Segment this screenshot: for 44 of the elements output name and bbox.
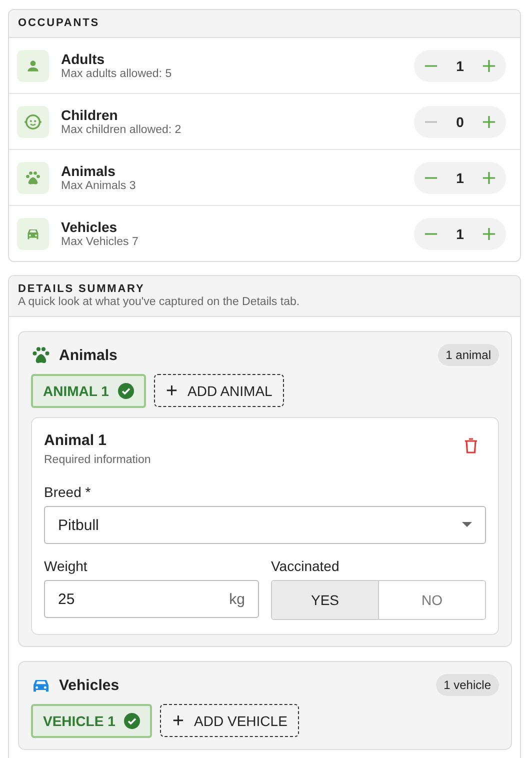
occupant-limit: Max children allowed: 2 bbox=[61, 124, 182, 136]
occupant-limit: Max Vehicles 7 bbox=[61, 236, 140, 248]
face-icon bbox=[23, 112, 43, 132]
paw-icon bbox=[31, 345, 51, 365]
count-value: 0 bbox=[456, 114, 464, 130]
occupant-label: Animals bbox=[61, 163, 116, 179]
dropdown-caret-icon bbox=[462, 522, 472, 528]
toggle-option[interactable]: YES bbox=[272, 581, 378, 619]
section-title: OCCUPANTS bbox=[18, 17, 100, 29]
plus-icon[interactable] bbox=[482, 170, 496, 184]
count-badge: 1 animal bbox=[438, 344, 499, 366]
add-button[interactable]: + ADD VEHICLE bbox=[160, 704, 300, 737]
person-icon bbox=[25, 58, 41, 74]
group-title: Animals bbox=[59, 346, 118, 364]
paw-icon bbox=[24, 168, 42, 186]
breed-select[interactable]: Pitbull bbox=[44, 506, 486, 544]
occupant-limit: Max adults allowed: 5 bbox=[61, 68, 173, 80]
field-label: Vaccinated bbox=[271, 558, 340, 574]
check-circle-icon bbox=[118, 383, 134, 399]
toggle-option[interactable]: NO bbox=[378, 581, 485, 619]
trash-icon[interactable] bbox=[464, 438, 478, 454]
detail-title: Animal 1 bbox=[44, 432, 108, 449]
occupant-label: Vehicles bbox=[61, 219, 118, 235]
count-value: 1 bbox=[456, 58, 464, 74]
count-value: 1 bbox=[456, 170, 464, 186]
plus-icon[interactable] bbox=[482, 114, 496, 128]
item-tab[interactable]: ANIMAL 1 bbox=[31, 374, 146, 408]
count-badge: 1 vehicle bbox=[436, 674, 499, 696]
occupant-label: Adults bbox=[61, 51, 106, 67]
count-value: 1 bbox=[456, 226, 464, 242]
weight-input[interactable]: 25 kg bbox=[44, 580, 259, 618]
field-label: Breed * bbox=[44, 484, 92, 500]
add-button[interactable]: + ADD ANIMAL bbox=[154, 374, 284, 407]
check-circle-icon bbox=[124, 713, 140, 729]
group-title: Vehicles bbox=[59, 676, 120, 694]
occupant-limit: Max Animals 3 bbox=[61, 180, 137, 192]
field-label: Weight bbox=[44, 558, 88, 574]
section-subtitle: A quick look at what you've captured on the Details tab. bbox=[18, 296, 301, 308]
detail-subtitle: Required information bbox=[44, 454, 151, 466]
plus-icon[interactable] bbox=[482, 226, 496, 240]
section-title: DETAILS SUMMARY bbox=[18, 283, 146, 295]
item-tab[interactable]: VEHICLE 1 bbox=[31, 704, 152, 738]
plus-icon[interactable] bbox=[482, 58, 496, 72]
occupant-label: Children bbox=[61, 107, 119, 123]
